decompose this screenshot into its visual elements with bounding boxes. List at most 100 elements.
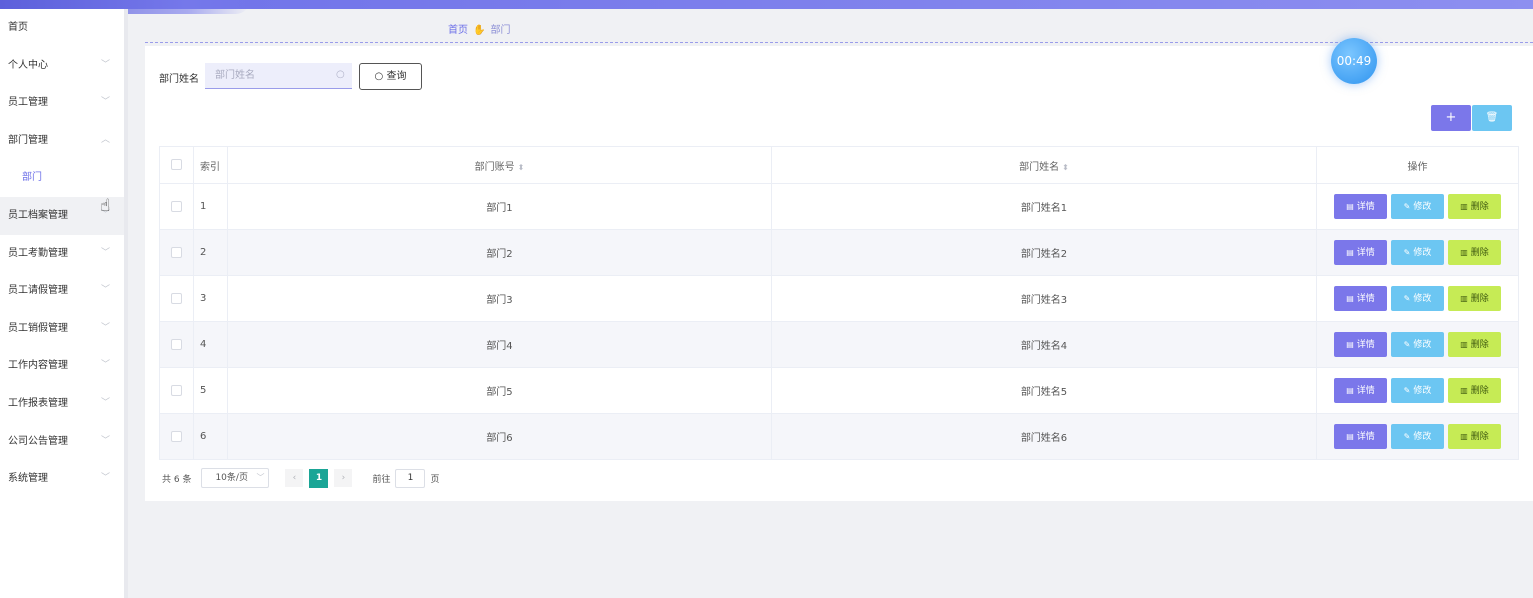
row-index: 4 [193, 321, 228, 368]
row-checkbox-cell[interactable] [159, 413, 194, 460]
chevron-down-icon: ﹀ [100, 397, 110, 408]
row-checkbox-cell[interactable] [159, 321, 194, 368]
sidebar-item-label: 首页 [8, 22, 28, 33]
chevron-down-icon: ﹀ [100, 247, 110, 258]
delete-button-label: 删除 [1470, 340, 1489, 350]
detail-button-label: 详情 [1356, 386, 1375, 396]
edit-button[interactable]: ✎ 修改 [1391, 286, 1444, 311]
delete-button[interactable]: ▥ 删除 [1448, 286, 1501, 311]
edit-button[interactable]: ✎ 修改 [1391, 194, 1444, 219]
document-icon: ▤ [1346, 432, 1354, 441]
edit-button-label: 修改 [1413, 294, 1432, 304]
sidebar-item-system[interactable]: 系统管理 ﹀ [0, 460, 124, 498]
delete-button[interactable]: ▥ 删除 [1448, 194, 1501, 219]
sidebar-item-label: 部门 [22, 172, 42, 184]
prev-page-button[interactable]: ‹ [285, 469, 304, 487]
batch-delete-button[interactable]: 🗑 [1472, 105, 1512, 131]
delete-button[interactable]: ▥ 删除 [1448, 424, 1501, 449]
sidebar-item-leave[interactable]: 员工请假管理 ﹀ [0, 272, 124, 310]
page-number-current[interactable]: 1 [309, 468, 329, 488]
sidebar-item-personal-center[interactable]: 个人中心 ﹀ [0, 47, 124, 85]
search-input[interactable] [205, 63, 352, 89]
row-actions: ▤ 详情 ✎ 修改 ▥ 删除 [1316, 367, 1519, 414]
query-button[interactable]: ○ 查询 [359, 63, 422, 90]
edit-button[interactable]: ✎ 修改 [1391, 240, 1444, 265]
edit-button-label: 修改 [1413, 386, 1432, 396]
sidebar-item-announcement[interactable]: 公司公告管理 ﹀ [0, 423, 124, 461]
page-size-select[interactable]: 10条/页 ﹀ [201, 468, 270, 488]
header-divider [145, 42, 1533, 43]
delete-button-label: 删除 [1470, 248, 1489, 258]
page-size-value: 10条/页 [215, 473, 248, 483]
edit-button-label: 修改 [1413, 432, 1432, 442]
header-name[interactable]: 部门姓名 ⬍ [771, 146, 1317, 184]
sort-icon[interactable]: ⬍ [1062, 163, 1069, 172]
row-account: 部门2 [227, 229, 772, 276]
checkbox[interactable] [171, 246, 182, 258]
row-checkbox-cell[interactable] [159, 183, 194, 230]
add-button[interactable]: + [1431, 105, 1471, 131]
sidebar-item-label: 工作报表管理 [8, 397, 68, 409]
row-account: 部门3 [227, 275, 772, 322]
edit-button[interactable]: ✎ 修改 [1391, 424, 1444, 449]
delete-button[interactable]: ▥ 删除 [1448, 240, 1501, 265]
table-row: 1 部门1 部门姓名1 ▤ 详情 ✎ 修改 ▥ 删除 [159, 183, 1519, 230]
edit-button-label: 修改 [1413, 248, 1432, 258]
sort-icon[interactable]: ⬍ [518, 163, 525, 172]
sidebar-item-work-content[interactable]: 工作内容管理 ﹀ [0, 347, 124, 385]
trash-icon: ▥ [1460, 248, 1468, 257]
row-account: 部门6 [227, 413, 772, 460]
sidebar-item-label: 员工管理 [8, 97, 48, 109]
header-index: 索引 [193, 146, 228, 184]
row-account: 部门4 [227, 321, 772, 368]
detail-button[interactable]: ▤ 详情 [1334, 286, 1387, 311]
checkbox[interactable] [171, 384, 182, 396]
checkbox[interactable] [171, 430, 182, 442]
row-index: 2 [193, 229, 228, 276]
sidebar-item-leave-cancel[interactable]: 员工销假管理 ﹀ [0, 310, 124, 348]
trash-icon: ▥ [1460, 294, 1468, 303]
row-name: 部门姓名4 [771, 321, 1317, 368]
detail-button[interactable]: ▤ 详情 [1334, 194, 1387, 219]
row-checkbox-cell[interactable] [159, 367, 194, 414]
edit-button[interactable]: ✎ 修改 [1391, 332, 1444, 357]
goto-suffix: 页 [430, 474, 440, 485]
pencil-icon: ✎ [1403, 386, 1411, 395]
pencil-icon: ✎ [1403, 248, 1411, 257]
goto-label: 前往 [372, 474, 391, 485]
checkbox[interactable] [171, 338, 182, 350]
edit-button[interactable]: ✎ 修改 [1391, 378, 1444, 403]
checkbox[interactable] [171, 200, 182, 212]
row-name: 部门姓名5 [771, 367, 1317, 414]
header-select-all[interactable] [159, 146, 194, 184]
detail-button[interactable]: ▤ 详情 [1334, 378, 1387, 403]
trash-icon: ▥ [1460, 202, 1468, 211]
row-checkbox-cell[interactable] [159, 229, 194, 276]
detail-button[interactable]: ▤ 详情 [1334, 240, 1387, 265]
breadcrumb-home[interactable]: 首页 [448, 25, 468, 36]
checkbox[interactable] [171, 159, 182, 171]
department-table: 索引 部门账号 ⬍ 部门姓名 ⬍ 操作 1 部门1 部门姓名1 ▤ 详情 ✎ 修改 ▥ 删除 2 部门2… [159, 146, 1519, 460]
sidebar-item-label: 员工考勤管理 [8, 247, 68, 259]
row-name: 部门姓名1 [771, 183, 1317, 230]
sidebar-item-attendance[interactable]: 员工考勤管理 ﹀ [0, 235, 124, 273]
trash-icon: ▥ [1460, 432, 1468, 441]
delete-button[interactable]: ▥ 删除 [1448, 378, 1501, 403]
goto-page-input[interactable] [395, 468, 426, 488]
sidebar-item-department-management[interactable]: 部门管理 ︿ [0, 122, 124, 160]
checkbox[interactable] [171, 292, 182, 304]
next-page-button[interactable]: › [334, 469, 353, 487]
detail-button[interactable]: ▤ 详情 [1334, 332, 1387, 357]
breadcrumb-separator-icon: ✋ [473, 25, 486, 36]
sidebar-item-employee-management[interactable]: 员工管理 ﹀ [0, 84, 124, 122]
row-index: 5 [193, 367, 228, 414]
row-checkbox-cell[interactable] [159, 275, 194, 322]
header-account[interactable]: 部门账号 ⬍ [227, 146, 772, 184]
sidebar-item-department[interactable]: 部门 [0, 159, 124, 197]
row-account: 部门1 [227, 183, 772, 230]
sidebar-item-home[interactable]: 首页 [0, 9, 124, 47]
sidebar-item-work-report[interactable]: 工作报表管理 ﹀ [0, 385, 124, 423]
delete-button[interactable]: ▥ 删除 [1448, 332, 1501, 357]
countdown-timer: 00:49 [1331, 38, 1377, 84]
detail-button[interactable]: ▤ 详情 [1334, 424, 1387, 449]
